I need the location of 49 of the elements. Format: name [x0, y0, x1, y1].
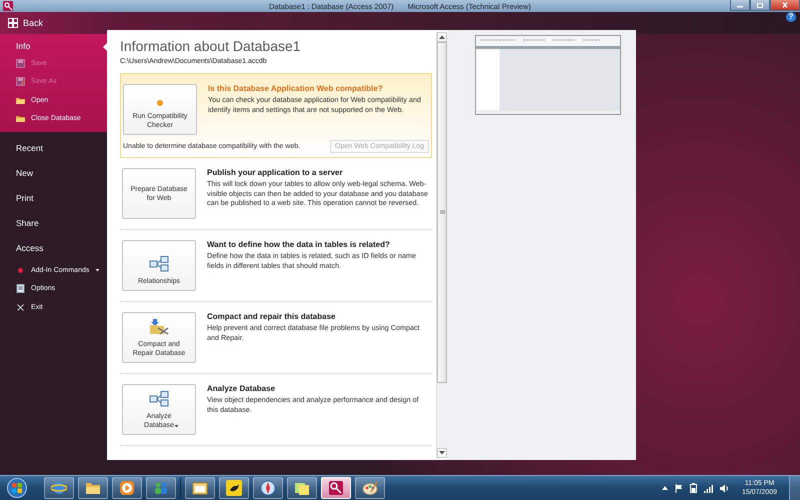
page-title: Information about Database1 [120, 38, 302, 54]
bird-icon[interactable] [219, 477, 249, 499]
folder-icon[interactable] [78, 477, 108, 499]
close-icon [16, 302, 25, 312]
compass-icon[interactable] [253, 477, 283, 499]
help-button[interactable]: ? [786, 12, 796, 22]
sidebar-tab[interactable]: Print [0, 186, 107, 211]
play-icon[interactable] [112, 477, 142, 499]
section-heading: Want to define how the data in tables is related? [207, 240, 391, 249]
restore-icon [756, 2, 764, 8]
sidebar-tab[interactable]: Info [0, 34, 107, 54]
window-icon[interactable] [185, 477, 215, 499]
restore-button[interactable] [750, 0, 770, 11]
sidebar-tab[interactable]: Share [0, 211, 107, 236]
section-heading: Publish your application to a server [207, 168, 344, 177]
back-icon [8, 18, 18, 28]
palette-icon[interactable] [355, 477, 385, 499]
sidebar-tab[interactable]: Recent [0, 136, 107, 161]
close-icon [781, 2, 789, 8]
battery-icon[interactable] [690, 483, 697, 493]
dot-icon [156, 99, 164, 107]
sidebar-tab[interactable]: Access [0, 236, 107, 261]
close-button[interactable] [770, 0, 800, 11]
folder-icon [16, 96, 25, 105]
speaker-icon[interactable] [720, 484, 729, 492]
scroll-thumb[interactable] [437, 42, 447, 383]
show-desktop-button[interactable] [789, 476, 800, 500]
sidebar-tab[interactable]: New [0, 161, 107, 186]
scroll-down-button[interactable] [437, 448, 447, 458]
relationships-icon [149, 256, 169, 272]
caret-up-icon[interactable] [662, 485, 668, 491]
start-button[interactable] [4, 477, 30, 499]
dot-icon [16, 266, 25, 275]
signal-icon[interactable] [704, 484, 713, 492]
flag-icon[interactable] [674, 484, 683, 492]
caret-down-icon [439, 451, 445, 455]
minimize-button[interactable] [730, 0, 750, 11]
globe-icon[interactable] [44, 477, 74, 499]
folder-icon [16, 114, 25, 124]
people-icon[interactable] [146, 477, 176, 499]
folder-tools-icon [149, 317, 169, 335]
section-heading: Analyze Database [207, 384, 276, 393]
back-button[interactable]: Back [0, 12, 52, 34]
section-heading: Compact and repair this database [207, 312, 336, 321]
notes-icon[interactable] [287, 477, 317, 499]
scroll-up-button[interactable] [437, 32, 447, 42]
relationships-icon [149, 391, 169, 407]
document-icon [16, 284, 25, 294]
section-heading: Is this Database Application Web compatible? [208, 84, 384, 93]
